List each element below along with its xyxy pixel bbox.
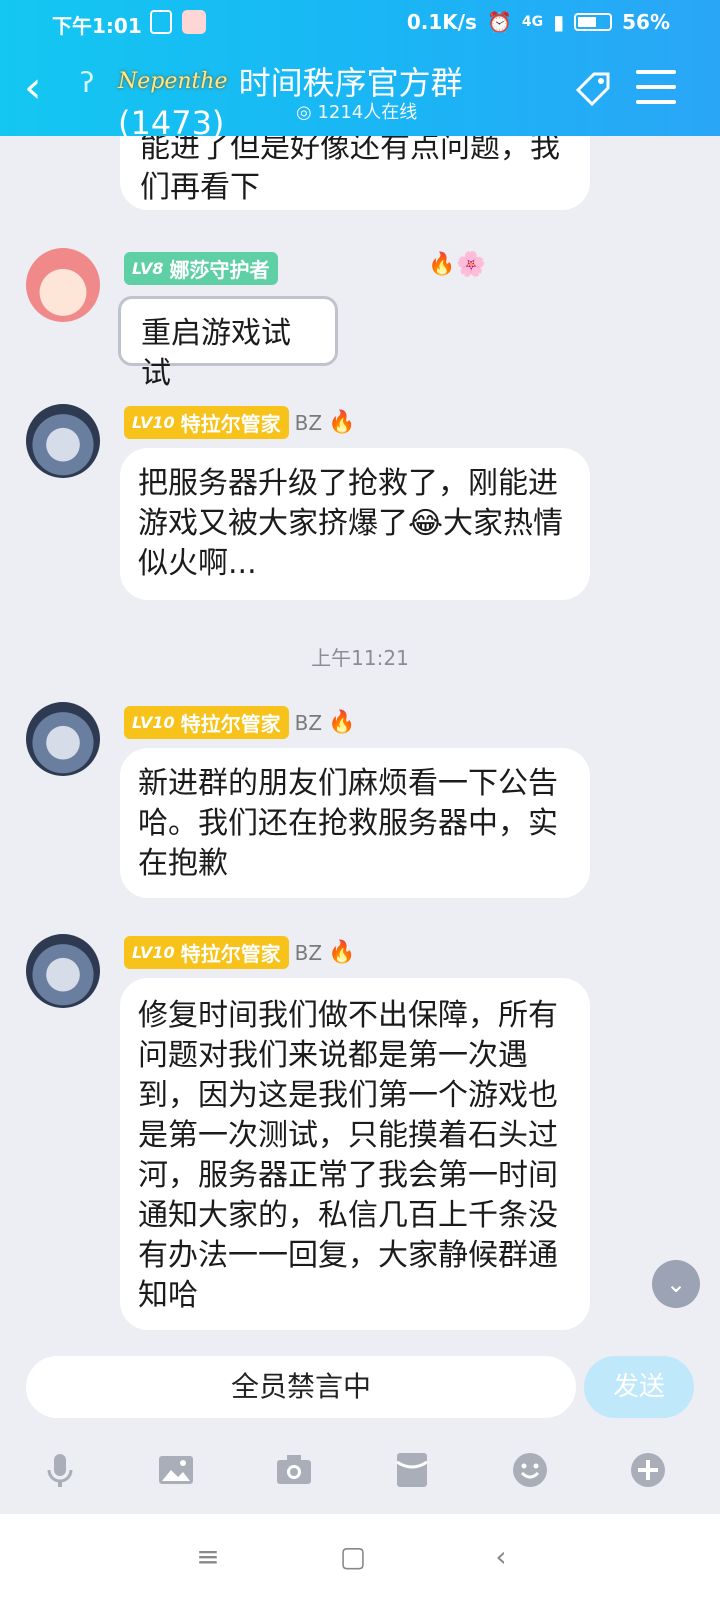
sender-info: LV8 娜莎守护者: [124, 252, 278, 285]
plus-icon[interactable]: [628, 1450, 668, 1490]
menu-nav-icon[interactable]: ≡: [193, 1542, 223, 1572]
image-icon[interactable]: [156, 1450, 196, 1490]
back-nav-icon[interactable]: ‹: [486, 1542, 516, 1572]
role-tag: BZ: [294, 710, 323, 735]
app-notification-icon: [182, 10, 206, 34]
level-badge: LV10 特拉尔管家: [124, 406, 289, 439]
status-right: 0.1K/s ⏰ 4G ▮ 56%: [407, 10, 670, 34]
level-badge: LV10 特拉尔管家: [124, 706, 289, 739]
mic-icon[interactable]: [40, 1450, 80, 1490]
back-icon[interactable]: ‹: [24, 66, 42, 110]
message-list[interactable]: 能进了但是好像还有点问题，我们再看下 LV8 娜莎守护者 🔥 🌸 重启游戏试试 …: [0, 136, 720, 1346]
shield-icon: [150, 10, 172, 34]
message-bubble[interactable]: 重启游戏试试: [118, 296, 338, 391]
network-type: 4G: [521, 14, 544, 30]
muted-input-field[interactable]: 全员禁言中: [26, 1356, 576, 1418]
online-count: ◎ 1214人在线: [296, 102, 418, 123]
red-packet-icon[interactable]: [392, 1450, 432, 1490]
battery-icon: [574, 13, 613, 31]
camera-icon[interactable]: [274, 1450, 314, 1490]
sender-info: LV10 特拉尔管家 BZ 🔥: [124, 406, 355, 439]
avatar[interactable]: [26, 934, 100, 1008]
avatar[interactable]: [26, 404, 100, 478]
signal-icon: ▮: [553, 10, 565, 34]
chat-header: 下午1:01 0.1K/s ⏰ 4G ▮ 56% ‹ ʔ Nepenthe 时间…: [0, 0, 720, 142]
avatar[interactable]: [26, 248, 100, 322]
group-tag-icon[interactable]: [574, 70, 612, 108]
message-bubble[interactable]: 新进群的朋友们麻烦看一下公告哈。我们还在抢救服务器中，实在抱歉: [120, 748, 590, 898]
earpiece-mode-icon[interactable]: ʔ: [80, 66, 94, 99]
menu-icon[interactable]: [636, 70, 676, 106]
send-button[interactable]: 发送: [584, 1356, 694, 1418]
level-badge: LV8 娜莎守护者: [124, 252, 278, 285]
input-toolbar: [0, 1426, 720, 1514]
scroll-to-bottom-button[interactable]: ⌄: [652, 1260, 700, 1308]
input-bar: 全员禁言中 发送: [0, 1346, 720, 1426]
fire-icon: 🔥: [328, 410, 356, 435]
avatar[interactable]: [26, 702, 100, 776]
status-bar: 下午1:01 0.1K/s ⏰ 4G ▮ 56%: [0, 0, 720, 44]
role-tag: BZ: [294, 410, 323, 435]
status-time: 下午1:01: [52, 14, 142, 38]
flower-icon: 🌸: [456, 250, 486, 278]
net-speed: 0.1K/s: [406, 10, 477, 34]
group-logo: Nepenthe: [118, 68, 228, 94]
sender-info: LV10 特拉尔管家 BZ 🔥: [124, 936, 355, 969]
fire-icon: 🔥: [328, 940, 356, 965]
role-tag: BZ: [294, 940, 323, 965]
message-bubble[interactable]: 能进了但是好像还有点问题，我们再看下: [120, 136, 590, 210]
online-icon: ◎: [296, 102, 312, 123]
home-nav-icon[interactable]: ▢: [338, 1542, 368, 1572]
sender-info: LV10 特拉尔管家 BZ 🔥: [124, 706, 355, 739]
level-badge: LV10 特拉尔管家: [124, 936, 289, 969]
alarm-icon: ⏰: [486, 10, 512, 34]
fire-icon: 🔥: [328, 710, 356, 735]
message-bubble[interactable]: 修复时间我们做不出保障，所有问题对我们来说都是第一次遇到，因为这是我们第一个游戏…: [120, 978, 590, 1330]
message-bubble[interactable]: 把服务器升级了抢救了，刚能进游戏又被大家挤爆了😂大家热情似火啊...: [120, 448, 590, 600]
system-nav-bar: ≡ ▢ ‹: [0, 1514, 720, 1600]
time-divider: 上午11:21: [311, 646, 409, 670]
battery-text: 56%: [622, 10, 670, 34]
fire-icon: 🔥: [428, 252, 456, 277]
emoji-icon[interactable]: [510, 1450, 550, 1490]
